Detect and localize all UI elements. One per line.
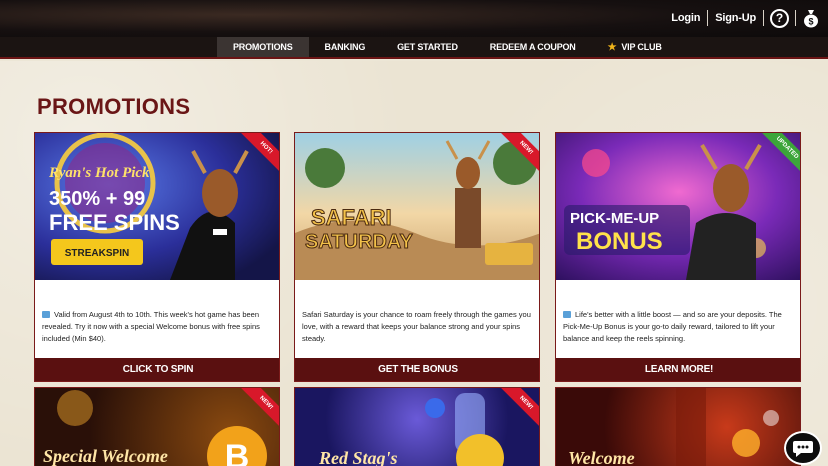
banner-line-3: FREE SPINS (49, 210, 180, 235)
promo-card-special-welcome[interactable]: B Special Welcome NEW! (34, 387, 280, 466)
promotions-page: PROMOTIONS Ryan's Hot Pick 350% + 99 FRE… (0, 61, 828, 466)
divider (795, 10, 796, 26)
chat-bubble-icon (793, 441, 813, 457)
banner-line-2: BONUS (576, 228, 663, 255)
main-nav: PROMOTIONS BANKING GET STARTED REDEEM A … (0, 37, 828, 59)
promo-card-red-stags[interactable]: Red Stag's NEW! (294, 387, 540, 466)
nav-label: REDEEM A COUPON (489, 42, 576, 52)
banner-text: Special Welcome (43, 446, 168, 466)
promo-banner-safari-saturday[interactable]: SAFARI SATURDAY (295, 133, 540, 280)
banner-line-1: SAFARI (311, 205, 392, 230)
nav-banking[interactable]: BANKING (309, 37, 382, 57)
signup-link[interactable]: Sign-Up (708, 12, 763, 24)
chat-button[interactable] (784, 431, 822, 465)
star-icon: ★ (607, 41, 617, 53)
nav-label: GET STARTED (397, 42, 458, 52)
account-links: Login Sign-Up ? $ (664, 7, 820, 29)
promo-description: Life's better with a little boost — and … (563, 309, 797, 345)
banner-text: Welcome (568, 448, 635, 466)
nav-vip-club[interactable]: ★ VIP CLUB (592, 37, 678, 57)
promo-card-welcome[interactable]: Welcome (555, 387, 801, 466)
nav-label: VIP CLUB (621, 42, 662, 52)
banner-text: Red Stag's (318, 448, 398, 466)
promo-description-text: Life's better with a little boost — and … (563, 310, 782, 343)
svg-text:$: $ (808, 17, 813, 27)
promo-card-safari-saturday: SAFARI SATURDAY NEW! Safari Saturday is … (294, 132, 540, 382)
banner-line-2: 350% + 99 (49, 188, 145, 210)
promo-description: Safari Saturday is your chance to roam f… (302, 310, 531, 343)
promo-code: STREAKSPIN (65, 248, 129, 259)
calendar-icon (42, 311, 50, 318)
page-title: PROMOTIONS (37, 94, 191, 119)
banner-line-1: Ryan's Hot Pick (48, 165, 150, 181)
promo-card-hot-pick: Ryan's Hot Pick 350% + 99 FREE SPINS STR… (34, 132, 280, 382)
promo-card-pick-me-up: PICK-ME-UP BONUS UPDATED Life's better w… (555, 132, 801, 382)
money-bag-icon[interactable]: $ (802, 8, 820, 28)
svg-text:B: B (225, 438, 250, 466)
get-the-bonus-button[interactable]: GET THE BONUS (295, 358, 539, 381)
nav-promotions[interactable]: PROMOTIONS (217, 37, 309, 57)
divider (763, 10, 764, 26)
nav-label: BANKING (324, 42, 366, 52)
nav-label: PROMOTIONS (233, 42, 293, 52)
promo-description: Valid from August 4th to 10th. This week… (42, 309, 276, 345)
calendar-icon (563, 311, 571, 318)
help-icon[interactable]: ? (770, 8, 789, 28)
nav-get-started[interactable]: GET STARTED (381, 37, 474, 57)
promo-banner-hot-pick[interactable]: Ryan's Hot Pick 350% + 99 FREE SPINS STR… (35, 133, 280, 280)
promo-description-text: Valid from August 4th to 10th. This week… (42, 310, 260, 343)
click-to-spin-button[interactable]: CLICK TO SPIN (35, 358, 279, 381)
nav-redeem-coupon[interactable]: REDEEM A COUPON (474, 37, 592, 57)
login-link[interactable]: Login (664, 12, 707, 24)
banner-line-1: PICK-ME-UP (570, 210, 659, 227)
top-header: Login Sign-Up ? $ (0, 0, 828, 37)
banner-line-2: SATURDAY (305, 231, 413, 253)
promo-banner-pick-me-up[interactable]: PICK-ME-UP BONUS (556, 133, 801, 280)
learn-more-button[interactable]: LEARN MORE! (556, 358, 800, 381)
